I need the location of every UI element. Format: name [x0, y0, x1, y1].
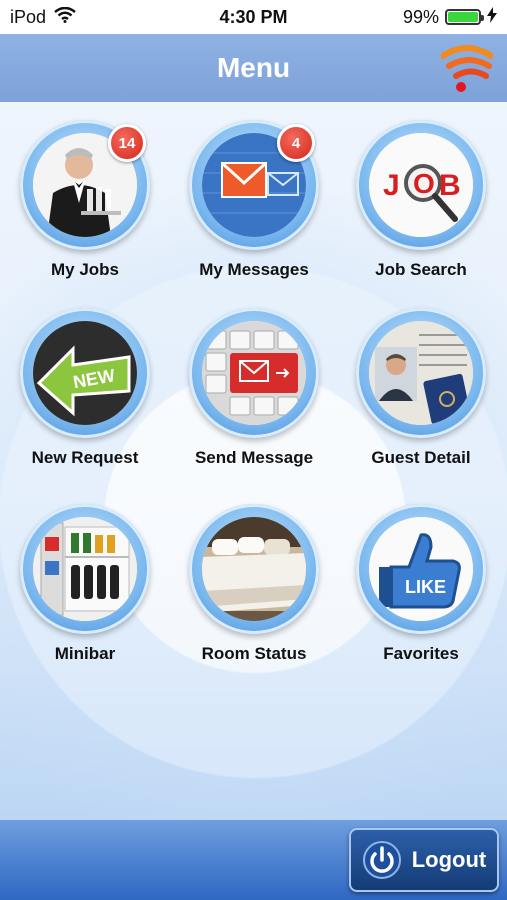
svg-text:J: J [383, 169, 400, 202]
menu-item-label: Send Message [194, 448, 314, 467]
status-left: iPod [10, 6, 76, 28]
job-search-icon: J O B [369, 133, 473, 237]
menu-item-ring: 4 [189, 120, 319, 250]
menu-item-ring: 14 [20, 120, 150, 250]
notification-badge: 4 [277, 124, 315, 162]
menu-grid: 14 My Jobs 4 My Messages J O B Job Searc… [0, 102, 507, 820]
fridge-icon [33, 517, 137, 621]
page-title: Menu [216, 52, 291, 83]
battery-fill [448, 12, 478, 22]
battery-icon [445, 9, 484, 25]
status-bar: iPod 4:30 PM 99% [0, 0, 507, 34]
menu-item-favorites[interactable]: LIKE Favorites [336, 504, 506, 664]
notification-badge: 14 [108, 124, 146, 162]
passport-icon [369, 321, 473, 425]
menu-item-ring: LIKE [356, 504, 486, 634]
menu-item-label: Job Search [375, 260, 467, 279]
status-right: 99% [402, 6, 497, 28]
bed-icon [202, 517, 306, 621]
menu-item-ring [189, 308, 319, 438]
like-thumb-icon: LIKE [369, 517, 473, 621]
menu-item-room-status[interactable]: Room Status [169, 504, 339, 664]
menu-item-my-messages[interactable]: 4 My Messages [169, 120, 339, 280]
menu-item-send-message[interactable]: Send Message [169, 308, 339, 468]
menu-item-label: Minibar [54, 644, 116, 663]
menu-item-ring: NEW [20, 308, 150, 438]
svg-text:B: B [439, 169, 461, 202]
menu-item-label: Guest Detail [371, 448, 471, 467]
battery-percent: 99% [402, 6, 439, 27]
charging-bolt-icon [487, 6, 497, 28]
menu-item-minibar[interactable]: Minibar [0, 504, 170, 664]
power-icon [362, 840, 402, 880]
bottom-bar: Logout [0, 820, 507, 900]
menu-item-new-request[interactable]: NEW New Request [0, 308, 170, 468]
wifi-icon [54, 6, 76, 28]
svg-text:LIKE: LIKE [405, 577, 446, 597]
menu-item-label: My Messages [199, 260, 309, 279]
menu-item-guest-detail[interactable]: Guest Detail [336, 308, 506, 468]
new-arrow-icon: NEW [33, 321, 137, 425]
menu-item-ring [20, 504, 150, 634]
keyboard-mail-icon [202, 321, 306, 425]
menu-item-label: New Request [31, 448, 139, 467]
menu-item-ring [356, 308, 486, 438]
menu-item-ring [189, 504, 319, 634]
logout-button[interactable]: Logout [349, 828, 499, 892]
menu-item-ring: J O B [356, 120, 486, 250]
svg-text:O: O [413, 168, 435, 199]
menu-item-label: Favorites [383, 644, 459, 663]
menu-item-label: My Jobs [50, 260, 120, 279]
header: Menu [0, 34, 507, 102]
menu-item-label: Room Status [201, 644, 307, 663]
rss-wifi-icon [441, 45, 493, 92]
device-name: iPod [10, 6, 47, 27]
menu-item-my-jobs[interactable]: 14 My Jobs [0, 120, 170, 280]
logout-label: Logout [411, 847, 487, 872]
menu-item-job-search[interactable]: J O B Job Search [336, 120, 506, 280]
